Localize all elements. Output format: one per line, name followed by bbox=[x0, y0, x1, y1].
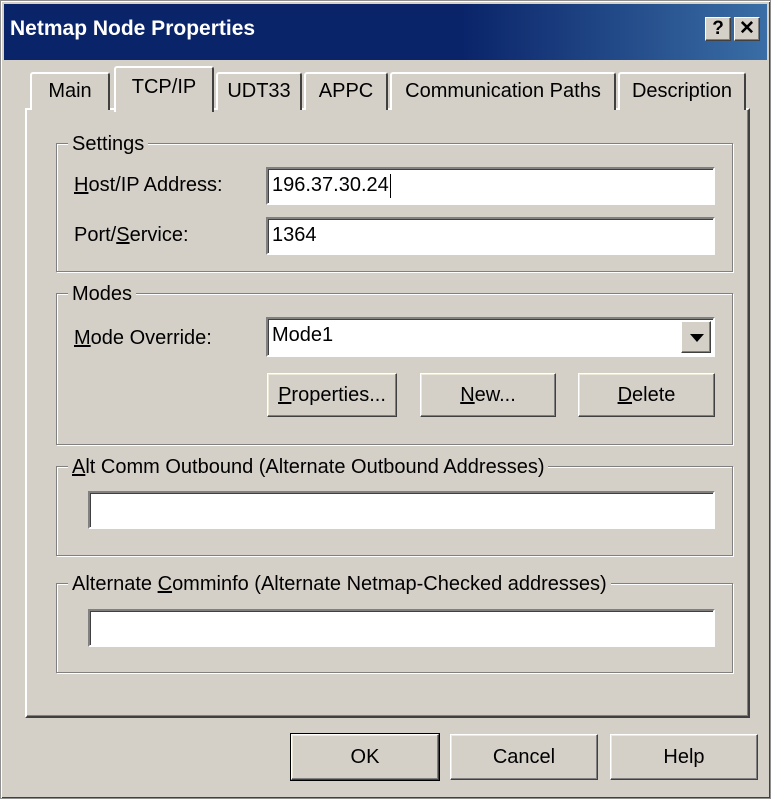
delete-button[interactable]: Delete bbox=[578, 373, 715, 417]
settings-group-title: Settings bbox=[68, 131, 149, 157]
mode-override-select[interactable]: Mode1 bbox=[266, 317, 715, 357]
alt-comm-outbound-title: Alt Comm Outbound (Alternate Outbound Ad… bbox=[68, 454, 549, 480]
help-icon[interactable]: ? bbox=[705, 17, 731, 41]
tab-main[interactable]: Main bbox=[30, 72, 110, 110]
tab-description[interactable]: Description bbox=[618, 72, 746, 110]
host-ip-input[interactable]: 196.37.30.24 bbox=[266, 167, 715, 205]
alt-comm-outbound-input[interactable] bbox=[88, 491, 715, 529]
host-ip-label: Host/IP Address: bbox=[74, 174, 223, 196]
modes-group-title: Modes bbox=[68, 281, 137, 307]
new-button[interactable]: New... bbox=[420, 373, 556, 417]
active-tab-joint bbox=[116, 106, 212, 112]
close-icon[interactable]: ✕ bbox=[734, 17, 760, 41]
properties-button[interactable]: Properties... bbox=[267, 373, 397, 417]
ok-button[interactable]: OK bbox=[290, 733, 440, 781]
port-service-input[interactable]: 1364 bbox=[266, 217, 715, 255]
alternate-comminfo-input[interactable] bbox=[88, 609, 715, 647]
tab-appc[interactable]: APPC bbox=[304, 72, 388, 110]
chevron-down-icon[interactable] bbox=[681, 321, 711, 353]
cancel-button[interactable]: Cancel bbox=[450, 734, 598, 780]
mode-override-label: Mode Override: bbox=[74, 327, 212, 349]
tab-communication-paths[interactable]: Communication Paths bbox=[390, 72, 616, 110]
port-service-label: Port/Service: bbox=[74, 224, 189, 246]
window-title: Netmap Node Properties bbox=[10, 17, 256, 40]
modes-group bbox=[56, 293, 733, 445]
tab-udt33[interactable]: UDT33 bbox=[216, 72, 302, 110]
text-caret bbox=[389, 173, 391, 198]
alternate-comminfo-title: Alternate Comminfo (Alternate Netmap-Che… bbox=[68, 571, 611, 597]
help-button[interactable]: Help bbox=[610, 734, 758, 780]
